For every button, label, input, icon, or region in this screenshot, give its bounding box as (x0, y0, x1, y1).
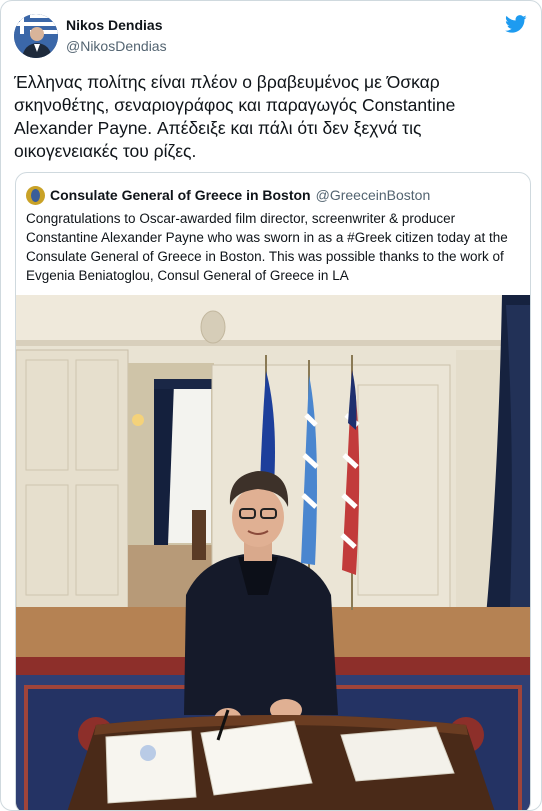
quoted-avatar[interactable] (26, 185, 45, 205)
quoted-header: Consulate General of Greece in Boston @G… (26, 185, 430, 205)
quoted-photo[interactable] (16, 295, 530, 811)
quoted-author-handle[interactable]: @GreeceinBoston (316, 187, 431, 203)
author-name[interactable]: Nikos Dendias (66, 17, 162, 33)
tweet-card: Nikos Dendias @NikosDendias Έλληνας πολί… (0, 0, 542, 811)
quoted-text: Congratulations to Oscar-awarded film di… (26, 211, 508, 283)
quoted-tweet[interactable]: Consulate General of Greece in Boston @G… (15, 172, 531, 811)
tweet-text: Έλληνας πολίτης είναι πλέον ο βραβευμένο… (14, 72, 456, 161)
author-handle[interactable]: @NikosDendias (66, 38, 167, 54)
twitter-bird-icon[interactable] (505, 13, 527, 35)
quoted-author-name[interactable]: Consulate General of Greece in Boston (50, 187, 311, 203)
author-avatar[interactable] (14, 14, 58, 58)
